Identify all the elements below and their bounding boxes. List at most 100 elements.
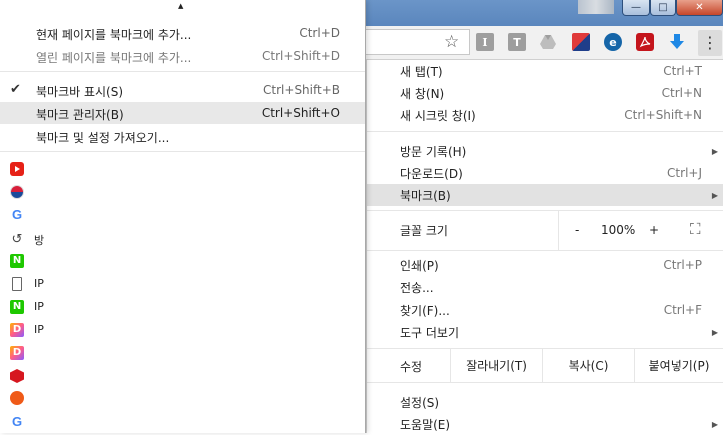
download-arrow-icon[interactable] [668, 33, 686, 51]
google-drive-icon[interactable] [539, 33, 557, 51]
menu-item-cast[interactable]: 전송... [367, 276, 723, 298]
zoom-level: 100% [601, 223, 636, 237]
maximize-icon: □ [658, 2, 668, 13]
paste-label: 붙여넣기(P) [648, 358, 710, 373]
kebab-icon: ⋮ [702, 33, 718, 52]
menu-separator [367, 382, 723, 383]
bookmark-item[interactable]: N [0, 250, 365, 272]
menu-item-shortcut: Ctrl+Shift+O [261, 106, 340, 120]
menu-item-print[interactable]: 인쇄(P) Ctrl+P [367, 254, 723, 276]
submenu-arrow-icon: ▶ [711, 327, 718, 337]
menu-item-shortcut: Ctrl+J [667, 166, 702, 180]
menu-item-help[interactable]: 도움말(E) ▶ [367, 413, 723, 435]
bookmark-item[interactable]: G [0, 410, 365, 432]
zoom-in-button[interactable]: + [649, 223, 659, 237]
submenu-arrow-icon: ▶ [711, 190, 718, 200]
extension-e-icon[interactable]: e [604, 33, 622, 51]
extension-i-icon[interactable]: I [476, 33, 494, 51]
cut-label: 잘라내기(T) [466, 358, 527, 373]
minimize-button[interactable]: — [622, 0, 650, 16]
menu-item-shortcut: Ctrl+Shift+B [263, 83, 340, 97]
menu-item-label: 도구 더보기 [400, 325, 460, 340]
menu-item-label: 새 시크릿 창(I) [400, 108, 476, 123]
google-icon: G [11, 413, 23, 429]
bookmark-item[interactable]: G [0, 203, 365, 225]
zoom-out-button[interactable]: - [575, 223, 579, 237]
menu-separator [367, 250, 723, 251]
copy-button[interactable]: 복사(C) [542, 348, 634, 382]
chrome-main-menu: 새 탭(T) Ctrl+T 새 창(N) Ctrl+N 새 시크릿 창(I) C… [366, 60, 723, 433]
naver-icon: N [10, 300, 24, 314]
menu-item-new-tab[interactable]: 새 탭(T) Ctrl+T [367, 60, 723, 82]
bookmark-label: 방 [34, 234, 45, 247]
close-button[interactable]: ✕ [676, 0, 723, 16]
google-icon: G [11, 206, 23, 222]
bookmark-item[interactable] [0, 158, 365, 180]
bookmark-label: IP [34, 323, 44, 336]
pdf-icon[interactable] [636, 33, 654, 51]
youtube-icon [10, 162, 24, 176]
cut-button[interactable]: 잘라내기(T) [450, 348, 542, 382]
close-icon: ✕ [695, 2, 704, 13]
menu-item-label: 도움말(E) [400, 417, 451, 432]
menu-item-history[interactable]: 방문 기록(H) ▶ [367, 140, 723, 162]
bookmark-item[interactable] [0, 365, 365, 387]
menu-item-find[interactable]: 찾기(F)... Ctrl+F [367, 299, 723, 321]
menu-item-label: 새 창(N) [400, 86, 445, 101]
menu-item-label: 인쇄(P) [400, 258, 439, 273]
bookmark-item[interactable]: ↺ 방 [0, 228, 365, 250]
orange-face-icon [10, 391, 24, 405]
bookmark-item[interactable]: IP [0, 273, 365, 295]
bookmark-item[interactable] [0, 387, 365, 409]
menu-item-shortcut: Ctrl+N [661, 86, 702, 100]
maximize-button[interactable]: □ [650, 0, 676, 16]
paste-button[interactable]: 붙여넣기(P) [634, 348, 723, 382]
naver-icon: N [10, 254, 24, 268]
zoom-control: - 100% + ⛶ [558, 210, 723, 250]
chrome-menu-button[interactable]: ⋮ [698, 30, 722, 56]
bookmark-label: IP [34, 300, 44, 313]
menu-separator [367, 131, 723, 132]
bookmark-this-page[interactable]: 현재 페이지를 북마크에 추가... Ctrl+D [0, 22, 365, 44]
copy-label: 복사(C) [568, 358, 609, 373]
show-bookmarks-bar[interactable]: ✔ 북마크바 표시(S) Ctrl+Shift+B [0, 79, 365, 101]
bookmark-item[interactable]: N IP [0, 296, 365, 318]
menu-item-bookmarks[interactable]: 북마크(B) ▶ [367, 184, 723, 206]
zoom-row: 글꼴 크기 - 100% + ⛶ [367, 210, 723, 250]
menu-item-settings[interactable]: 설정(S) [367, 391, 723, 413]
daum-icon: D [10, 323, 24, 337]
menu-item-incognito[interactable]: 새 시크릿 창(I) Ctrl+Shift+N [367, 104, 723, 126]
menu-item-new-window[interactable]: 새 창(N) Ctrl+N [367, 82, 723, 104]
menu-item-label: 방문 기록(H) [400, 144, 467, 159]
import-bookmarks[interactable]: 북마크 및 설정 가져오기... [0, 125, 365, 147]
menu-item-label: 북마크(B) [400, 188, 451, 203]
menu-item-shortcut: Ctrl+Shift+N [624, 108, 702, 122]
menu-item-shortcut: Ctrl+Shift+D [262, 49, 340, 63]
bookmark-item[interactable] [0, 181, 365, 203]
menu-item-shortcut: Ctrl+P [663, 258, 702, 272]
bookmark-open-pages[interactable]: 열린 페이지를 북마크에 추가... Ctrl+Shift+D [0, 45, 365, 67]
daum-icon: D [10, 346, 24, 360]
flag-extension-icon[interactable] [572, 33, 590, 51]
scroll-up-arrow-icon[interactable]: ▲ [178, 2, 183, 10]
submenu-arrow-icon: ▶ [711, 146, 718, 156]
menu-item-label: 새 탭(T) [400, 64, 443, 79]
menu-item-label: 북마크바 표시(S) [36, 85, 124, 99]
bookmark-item[interactable]: D [0, 342, 365, 364]
menu-item-more-tools[interactable]: 도구 더보기 ▶ [367, 321, 723, 343]
bookmarks-submenu: ▲ 현재 페이지를 북마크에 추가... Ctrl+D 열린 페이지를 북마크에… [0, 0, 366, 433]
menu-item-downloads[interactable]: 다운로드(D) Ctrl+J [367, 162, 723, 184]
menu-item-label: 북마크 및 설정 가져오기... [36, 131, 170, 145]
red-hexagon-icon [10, 369, 24, 383]
bookmark-star-icon[interactable]: ☆ [444, 32, 459, 52]
extension-t-icon[interactable]: T [508, 33, 526, 51]
menu-item-label: 현재 페이지를 북마크에 추가... [36, 28, 192, 42]
bookmark-manager[interactable]: 북마크 관리자(B) Ctrl+Shift+O [0, 102, 365, 124]
minimize-icon: — [631, 2, 641, 13]
menu-item-label: 전송... [400, 280, 434, 295]
menu-item-label: 열린 페이지를 북마크에 추가... [36, 51, 192, 65]
fullscreen-icon[interactable]: ⛶ [690, 220, 701, 238]
edit-label: 수정 [400, 360, 423, 374]
bookmark-item[interactable]: D IP [0, 319, 365, 341]
korea-gov-icon [10, 185, 24, 199]
